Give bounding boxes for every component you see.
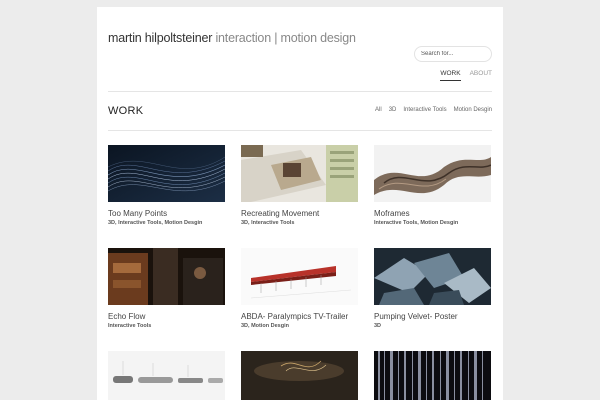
project-title[interactable]: Moframes <box>374 209 491 218</box>
project-title[interactable]: ABDA- Paralympics TV-Trailer <box>241 312 358 321</box>
filter-3d[interactable]: 3D <box>389 107 397 113</box>
project-title[interactable]: Too Many Points <box>108 209 225 218</box>
project-tags: Interactive Tools <box>108 323 152 329</box>
project-thumbnail[interactable] <box>374 145 491 202</box>
project-title[interactable]: Pumping Velvet- Poster <box>374 312 491 321</box>
logo-name: martin hilpoltsteiner <box>108 31 213 45</box>
divider <box>108 130 492 131</box>
project-card[interactable] <box>241 351 358 400</box>
project-thumbnail[interactable] <box>374 248 491 305</box>
section-title: WORK <box>108 105 144 117</box>
logo-tagline: interaction | motion design <box>215 31 356 45</box>
nav-work[interactable]: WORK <box>440 70 461 81</box>
project-thumbnail[interactable] <box>241 351 358 400</box>
divider <box>108 91 492 92</box>
category-filters: All 3D Interactive Tools Motion Desgin <box>375 107 492 113</box>
project-card[interactable]: ABDA- Paralympics TV-Trailer 3D, Motion … <box>241 248 358 329</box>
project-thumbnail[interactable] <box>108 351 225 400</box>
project-thumbnail[interactable] <box>241 248 358 305</box>
page-container: martin hilpoltsteiner interaction | moti… <box>97 7 503 400</box>
project-card[interactable]: Pumping Velvet- Poster 3D <box>374 248 491 329</box>
filter-all[interactable]: All <box>375 107 382 113</box>
filter-motion-design[interactable]: Motion Desgin <box>454 107 492 113</box>
search-input[interactable] <box>414 46 492 62</box>
project-thumbnail[interactable] <box>108 248 225 305</box>
site-logo[interactable]: martin hilpoltsteiner interaction | moti… <box>108 31 356 45</box>
project-tags: 3D <box>374 323 382 329</box>
project-title[interactable]: Echo Flow <box>108 312 225 321</box>
project-tags: 3D, Motion Desgin <box>241 323 289 329</box>
project-card[interactable]: Moframes Interactive Tools, Motion Desgi… <box>374 145 491 226</box>
project-thumbnail[interactable] <box>108 145 225 202</box>
project-card[interactable]: Too Many Points 3D, Interactive Tools, M… <box>108 145 225 226</box>
project-card[interactable]: Echo Flow Interactive Tools <box>108 248 225 329</box>
project-card[interactable] <box>108 351 225 400</box>
project-tags: 3D, Interactive Tools, Motion Desgin <box>108 220 203 226</box>
project-card[interactable] <box>374 351 491 400</box>
project-tags: 3D, Interactive Tools <box>241 220 295 226</box>
filter-interactive-tools[interactable]: Interactive Tools <box>403 107 446 113</box>
project-thumbnail[interactable] <box>374 351 491 400</box>
project-card[interactable]: Recreating Movement 3D, Interactive Tool… <box>241 145 358 226</box>
project-thumbnail[interactable] <box>241 145 358 202</box>
nav-about[interactable]: ABOUT <box>470 70 492 81</box>
main-nav: WORK ABOUT <box>440 70 492 81</box>
project-title[interactable]: Recreating Movement <box>241 209 358 218</box>
project-tags: Interactive Tools, Motion Desgin <box>374 220 459 226</box>
